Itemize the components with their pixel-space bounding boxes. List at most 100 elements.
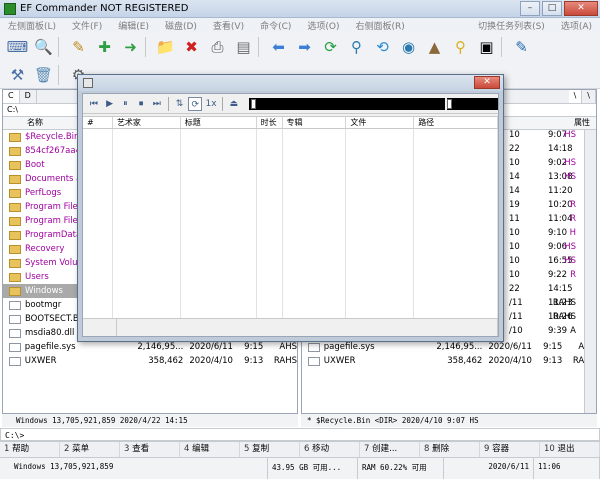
keyboard-icon[interactable]: ⌨: [6, 36, 29, 58]
find-icon[interactable]: 🔍: [32, 36, 55, 58]
file-row[interactable]: pagefile.sys2,146,95...2020/6/119:15AHS: [302, 340, 596, 354]
new-folder-icon[interactable]: 📁: [154, 36, 177, 58]
file-row[interactable]: UXWER358,4622020/4/109:13RAHS: [302, 354, 596, 368]
menu-command[interactable]: 命令(C): [252, 19, 299, 32]
function-key-7[interactable]: 7 创建...: [360, 442, 420, 457]
refresh-icon[interactable]: ⟳: [319, 36, 342, 58]
function-key-label: 帮助: [12, 444, 30, 454]
menu-options-a[interactable]: 选项(A): [553, 19, 600, 32]
volume-slider[interactable]: [446, 97, 498, 110]
folder-icon: [9, 202, 21, 212]
function-key-number: 7: [364, 444, 373, 454]
position-slider[interactable]: [248, 97, 445, 110]
file-date: /11: [509, 298, 523, 308]
settings-icon[interactable]: ✎: [510, 36, 533, 58]
menu-task-list[interactable]: 切换任务列表(S): [470, 19, 553, 32]
menu-edit[interactable]: 编辑(E): [110, 19, 157, 32]
function-key-8[interactable]: 8 删除: [420, 442, 480, 457]
menu-options[interactable]: 选项(O): [299, 19, 347, 32]
file-attr: R: [570, 270, 576, 280]
menu-view[interactable]: 查看(V): [205, 19, 252, 32]
repeat-icon[interactable]: ⟳: [188, 96, 203, 111]
file-icon: [9, 300, 21, 310]
folder-icon: [9, 146, 21, 156]
folder-icon: [9, 286, 21, 296]
previous-track-icon[interactable]: ⏮: [87, 97, 101, 111]
file-attr: AHS: [279, 342, 297, 352]
command-line[interactable]: C:\>: [0, 428, 600, 441]
repeat-count[interactable]: 1x: [204, 97, 218, 111]
disk-free: 43.95 GB 可用...: [268, 458, 358, 479]
file-row[interactable]: pagefile.sys2,146,95...2020/6/119:15AHS: [3, 340, 297, 354]
playlist-column-header[interactable]: 文件: [346, 117, 415, 128]
eject-icon[interactable]: ⏏: [227, 97, 241, 111]
playlist-column-header[interactable]: 艺术家: [113, 117, 181, 128]
file-date: 2020/6/11: [488, 342, 532, 352]
properties-icon[interactable]: ▤: [232, 36, 255, 58]
playlist-column-header[interactable]: 专辑: [283, 117, 347, 128]
recycle-bin-icon[interactable]: 🗑: [32, 64, 55, 86]
file-row[interactable]: UXWER358,4622020/4/109:13RAHS: [3, 354, 297, 368]
volume-slider-knob[interactable]: [446, 98, 452, 109]
playlist-table[interactable]: # 艺术家 标题 时长 专辑 文件 路径: [83, 116, 498, 318]
menu-disk[interactable]: 磁盘(D): [157, 19, 205, 32]
playlist-column-header[interactable]: 标题: [181, 117, 257, 128]
file-time: 9:15: [244, 342, 264, 352]
menu-left-panel[interactable]: 左侧面板(L): [0, 19, 64, 32]
right-scrollbar[interactable]: [584, 130, 596, 413]
edit-icon[interactable]: ✎: [67, 36, 90, 58]
key-icon[interactable]: ⚲: [449, 36, 472, 58]
playlist-column-header[interactable]: 时长: [257, 117, 283, 128]
forward-arrow-icon[interactable]: ➡: [293, 36, 316, 58]
maximize-button[interactable]: □: [542, 1, 562, 16]
stop-icon[interactable]: ⏹: [134, 97, 148, 111]
new-file-icon[interactable]: ✚: [93, 36, 116, 58]
function-key-2[interactable]: 2 菜单: [60, 442, 120, 457]
drive-tab-c[interactable]: C: [3, 90, 20, 103]
copy-file-icon[interactable]: ➜: [119, 36, 142, 58]
playlist-footer: [83, 318, 498, 336]
file-icon: [9, 328, 21, 338]
close-button[interactable]: ✕: [564, 1, 598, 16]
function-key-9[interactable]: 9 容器: [480, 442, 540, 457]
file-name: pagefile.sys: [323, 342, 375, 352]
function-key-4[interactable]: 4 编辑: [180, 442, 240, 457]
console-icon[interactable]: ▣: [475, 36, 498, 58]
drive-tab-d[interactable]: D: [20, 90, 37, 103]
drive-tab-right[interactable]: \: [568, 90, 583, 103]
compare-icon[interactable]: ◉: [397, 36, 420, 58]
position-slider-knob[interactable]: [250, 98, 256, 109]
function-key-1[interactable]: 1 帮助: [0, 442, 60, 457]
print-icon[interactable]: ⎙: [206, 36, 229, 58]
function-key-5[interactable]: 5 复制: [240, 442, 300, 457]
file-time: 9:22: [548, 270, 568, 280]
minimize-button[interactable]: –: [520, 1, 540, 16]
bottom-status-bar: Windows 13,705,921,859 43.95 GB 可用... RA…: [0, 457, 600, 479]
function-key-6[interactable]: 6 移动: [300, 442, 360, 457]
playlist-column-header[interactable]: #: [83, 117, 113, 128]
menu-file[interactable]: 文件(F): [64, 19, 110, 32]
delete-icon[interactable]: ✖: [180, 36, 203, 58]
function-key-label: 编辑: [192, 444, 210, 454]
file-date: /10: [509, 326, 523, 336]
file-attr: RAHS: [552, 298, 576, 308]
function-key-number: 6: [304, 444, 313, 454]
sort-icon[interactable]: ⇅: [173, 97, 187, 111]
menu-right-panel[interactable]: 右侧面板(R): [348, 19, 413, 32]
function-key-10[interactable]: 10 退出: [540, 442, 600, 457]
pause-icon[interactable]: ⏸: [118, 97, 132, 111]
next-track-icon[interactable]: ⏭: [150, 97, 164, 111]
pyramid-icon[interactable]: ▲: [423, 36, 446, 58]
file-time: 14:15: [548, 284, 573, 294]
main-titlebar: EF Commander NOT REGISTERED – □ ✕: [0, 0, 600, 18]
function-key-3[interactable]: 3 查看: [120, 442, 180, 457]
playlist-column-header[interactable]: 路径: [414, 117, 498, 128]
search-icon[interactable]: ⚲: [345, 36, 368, 58]
disk-tools-icon[interactable]: ⚒: [6, 64, 29, 86]
function-key-label: 创建...: [372, 444, 398, 454]
file-size: 2,146,95...: [137, 342, 184, 352]
back-arrow-icon[interactable]: ⬅: [267, 36, 290, 58]
sync-icon[interactable]: ⟲: [371, 36, 394, 58]
player-close-button[interactable]: ✕: [474, 76, 500, 89]
play-icon[interactable]: ▶: [103, 97, 117, 111]
